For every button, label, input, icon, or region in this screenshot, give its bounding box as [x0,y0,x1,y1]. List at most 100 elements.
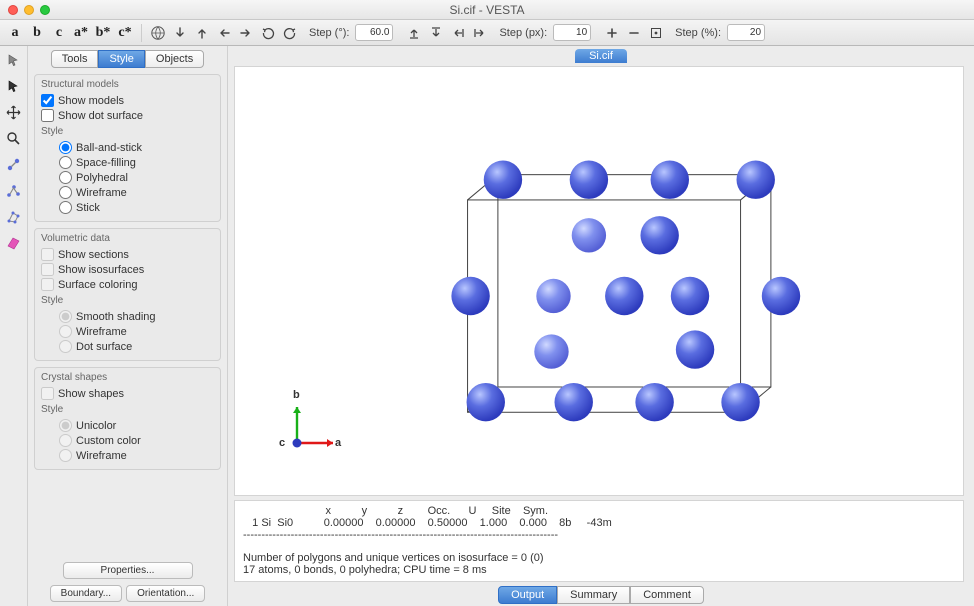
volumetric-data-head: Volumetric data [41,233,214,244]
custom-color-radio [59,434,72,447]
crystal-wireframe-radio [59,449,72,462]
step-pct-input[interactable] [727,24,765,41]
bottom-tabs: Output Summary Comment [228,586,974,606]
side-tabs: Tools Style Objects [32,50,223,68]
show-shapes-checkbox [41,387,54,400]
globe-icon[interactable] [149,24,167,42]
output-console[interactable]: x y z Occ. U Site Sym. 1 Si Si0 0.00000 … [234,500,964,582]
show-dot-surface-label: Show dot surface [58,110,143,122]
vol-wireframe-radio [59,325,72,338]
structural-style-label: Style [41,126,214,137]
space-filling-label: Space-filling [76,157,136,169]
axis-c-label: c [279,437,285,449]
vol-wireframe-label: Wireframe [76,326,127,338]
boundary-button[interactable]: Boundary... [50,585,122,602]
view-along-c-star-button[interactable]: c* [116,24,134,42]
console-line: 17 atoms, 0 bonds, 0 polyhedra; CPU time… [243,564,487,576]
crystal-wireframe-label: Wireframe [76,450,127,462]
view-along-a-star-button[interactable]: a* [72,24,90,42]
structural-models-head: Structural models [41,79,214,90]
dihedral-tool-icon[interactable] [4,206,24,226]
distance-tool-icon[interactable] [4,154,24,174]
zoom-out-icon[interactable] [625,24,643,42]
axes-gizmo: a b c [275,395,345,465]
titlebar: Si.cif - VESTA [0,0,974,20]
unicolor-radio [59,419,72,432]
axis-a-label: a [335,437,341,449]
wireframe-label: Wireframe [76,187,127,199]
wireframe-radio[interactable] [59,186,72,199]
polyhedral-radio[interactable] [59,171,72,184]
axis-b-label: b [293,389,300,401]
structural-models-panel: Structural models Show models Show dot s… [34,74,221,222]
rotate-up-icon[interactable] [193,24,211,42]
select-tool-icon[interactable] [4,76,24,96]
angle-tool-icon[interactable] [4,180,24,200]
rotate-left-icon[interactable] [215,24,233,42]
volumetric-data-panel: Volumetric data Show sections Show isosu… [34,228,221,361]
show-models-checkbox[interactable] [41,94,54,107]
3d-canvas[interactable]: a b c [234,66,964,496]
step-px-input[interactable] [553,24,591,41]
tab-style[interactable]: Style [98,50,144,68]
stick-label: Stick [76,202,100,214]
show-sections-label: Show sections [58,249,129,261]
file-tab[interactable]: Si.cif [575,49,627,63]
rotate-ccw-icon[interactable] [259,24,277,42]
show-models-label: Show models [58,95,124,107]
tab-tools[interactable]: Tools [51,50,99,68]
ball-and-stick-radio[interactable] [59,141,72,154]
window-title: Si.cif - VESTA [0,3,974,17]
console-line: x y z Occ. U Site Sym. [243,505,548,517]
unicolor-label: Unicolor [76,420,116,432]
console-line: ----------------------------------------… [243,529,558,541]
fit-view-icon[interactable] [647,24,665,42]
volumetric-style-label: Style [41,295,214,306]
step-deg-label: Step (°): [309,27,349,39]
step-deg-input[interactable] [355,24,393,41]
space-filling-radio[interactable] [59,156,72,169]
properties-button[interactable]: Properties... [63,562,193,579]
zoom-in-icon[interactable] [603,24,621,42]
tab-comment[interactable]: Comment [630,586,704,604]
plane-tool-icon[interactable] [4,232,24,252]
rotate-down-icon[interactable] [171,24,189,42]
custom-color-label: Custom color [76,435,141,447]
orientation-button[interactable]: Orientation... [126,585,205,602]
cursor-tool-icon[interactable] [4,50,24,70]
console-line: Number of polygons and unique vertices o… [243,552,544,564]
magnify-tool-icon[interactable] [4,128,24,148]
translate-up-icon[interactable] [405,24,423,42]
tab-summary[interactable]: Summary [557,586,630,604]
surface-coloring-label: Surface coloring [58,279,138,291]
show-isosurfaces-checkbox [41,263,54,276]
smooth-shading-radio [59,310,72,323]
translate-down-icon[interactable] [427,24,445,42]
view-along-b-button[interactable]: b [28,24,46,42]
translate-left-icon[interactable] [449,24,467,42]
main-area: Tools Style Objects Structural models Sh… [0,46,974,606]
tab-objects[interactable]: Objects [145,50,204,68]
rotate-right-icon[interactable] [237,24,255,42]
crystal-style-label: Style [41,404,214,415]
view-column: Si.cif [228,46,974,606]
tab-output[interactable]: Output [498,586,557,604]
dot-surface-label: Dot surface [76,341,132,353]
move-tool-icon[interactable] [4,102,24,122]
smooth-shading-label: Smooth shading [76,311,156,323]
stick-radio[interactable] [59,201,72,214]
crystal-shapes-head: Crystal shapes [41,372,214,383]
view-along-b-star-button[interactable]: b* [94,24,112,42]
polyhedral-label: Polyhedral [76,172,128,184]
translate-right-icon[interactable] [471,24,489,42]
step-pct-label: Step (%): [675,27,721,39]
crystal-shapes-panel: Crystal shapes Show shapes Style Unicolo… [34,367,221,470]
show-dot-surface-checkbox[interactable] [41,109,54,122]
show-shapes-label: Show shapes [58,388,124,400]
file-tab-row: Si.cif [228,46,974,64]
rotate-cw-icon[interactable] [281,24,299,42]
separator [141,24,142,42]
ball-and-stick-label: Ball-and-stick [76,142,142,154]
view-along-a-button[interactable]: a [6,24,24,42]
view-along-c-button[interactable]: c [50,24,68,42]
